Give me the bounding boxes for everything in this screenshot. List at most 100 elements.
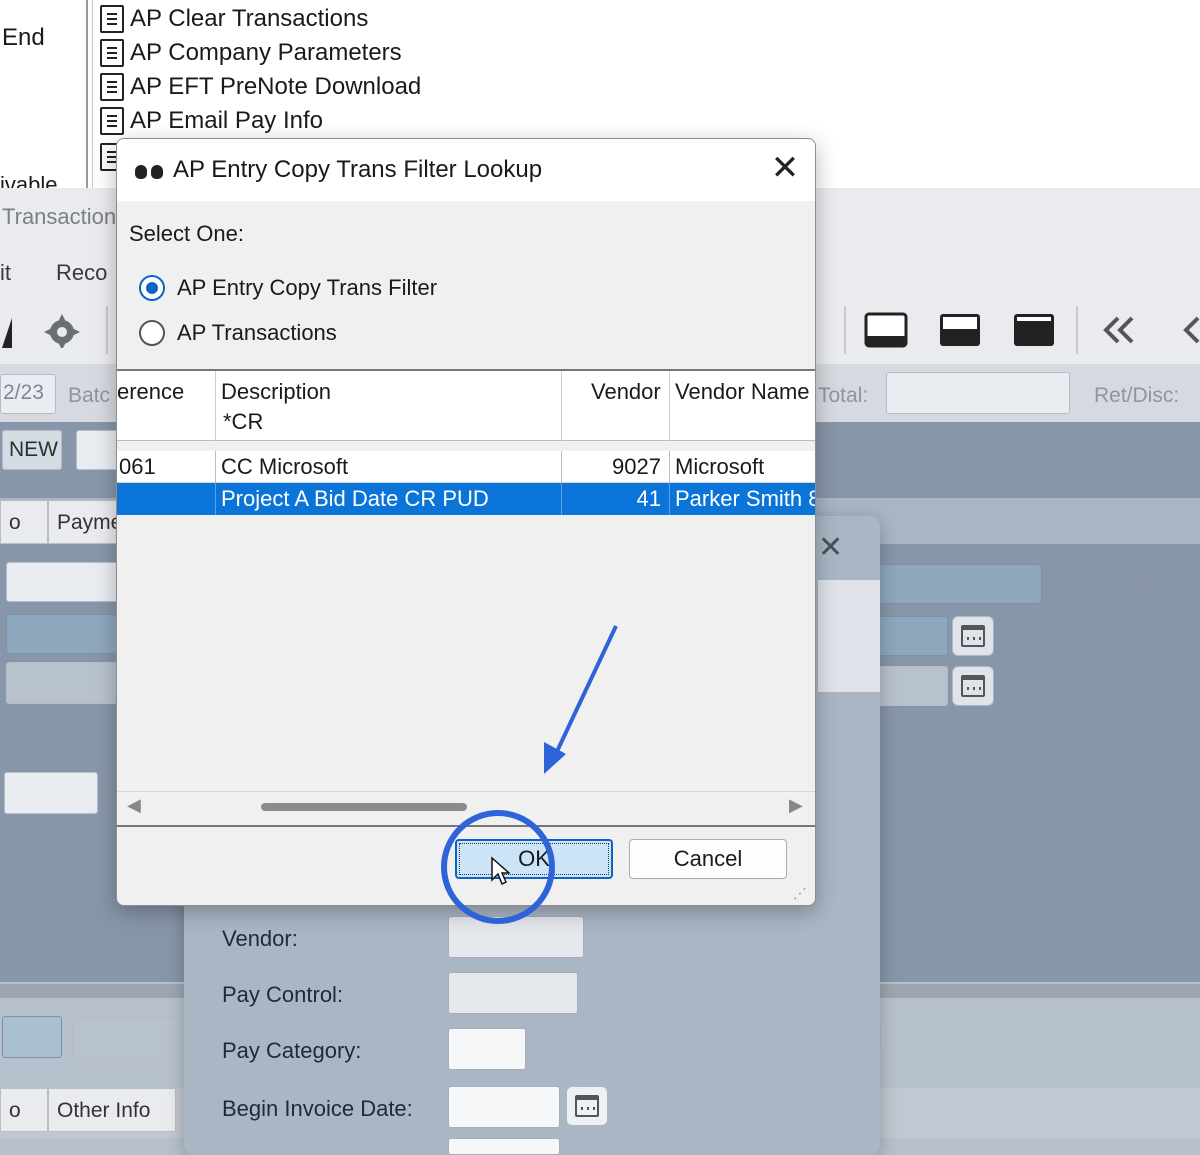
toolbar-divider [844, 306, 846, 354]
left-field-1[interactable] [6, 562, 118, 602]
cell-vendor-name: Parker Smith 8 [675, 486, 815, 511]
column-divider[interactable] [669, 371, 670, 441]
total-label: Total: [818, 384, 869, 407]
due-date-calendar-button[interactable] [952, 616, 994, 656]
radio-unchecked[interactable] [139, 320, 165, 346]
header-field[interactable] [76, 430, 120, 470]
tab-info[interactable]: o [0, 500, 48, 544]
option-label: AP Entry Copy Trans Filter [177, 275, 438, 300]
vendor-field[interactable] [448, 916, 584, 958]
binoculars-icon [135, 159, 163, 181]
column-header-reference[interactable]: erence [117, 379, 184, 405]
option-ap-entry-copy-trans-filter[interactable]: AP Entry Copy Trans Filter [139, 275, 437, 301]
month-field[interactable]: 2/23 [0, 374, 56, 414]
tree-item-label: AP Email Pay Info [130, 107, 323, 134]
left-field-2[interactable] [6, 614, 118, 654]
cancel-button[interactable]: Cancel [629, 839, 787, 879]
tree-item-label: AP EFT PreNote Download [130, 73, 422, 100]
filter-dialog-panel [818, 580, 880, 692]
description-filter-value: *CR [223, 409, 264, 434]
column-header-vendor-name[interactable]: Vendor Name [675, 379, 810, 405]
scroll-left-icon[interactable]: ◀ [127, 795, 141, 816]
option-ap-transactions[interactable]: AP Transactions [139, 320, 337, 346]
lookup-dialog: AP Entry Copy Trans Filter Lookup ✕ Sele… [116, 138, 816, 906]
invoice-total-field[interactable] [878, 666, 948, 706]
begin-invoice-date-field[interactable] [448, 1086, 560, 1128]
menu-records[interactable]: Reco [56, 260, 107, 286]
invoice-total-label: Invoice Total: [1050, 678, 1173, 701]
annotation-arrow-icon [544, 625, 618, 774]
table-row-selected[interactable]: Project A Bid Date CR PUD 41 Parker Smit… [117, 483, 815, 515]
layout-top-icon[interactable] [1012, 312, 1056, 348]
tree-item-ap-eft-prenote-download[interactable]: AP EFT PreNote Download [100, 70, 421, 104]
calendar-icon [961, 675, 985, 697]
cell-description: Project A Bid Date CR PUD [221, 486, 489, 511]
scrollbar-thumb[interactable] [261, 803, 467, 811]
cell-description: CC Microsoft [221, 454, 349, 479]
cell-vendor: 41 [636, 486, 661, 511]
column-divider[interactable] [561, 371, 562, 441]
previous-record-icon[interactable] [1182, 312, 1200, 348]
first-record-icon[interactable] [1102, 312, 1136, 348]
tree-item-ap-email-pay-info[interactable]: AP Email Pay Info [100, 104, 323, 138]
begin-invoice-date-label: Begin Invoice Date: [222, 1096, 413, 1121]
description-field[interactable] [878, 564, 1042, 604]
column-header-vendor[interactable]: Vendor [591, 379, 661, 405]
description-label: Description: [1068, 574, 1179, 597]
batch-label: Batc [68, 384, 111, 407]
resize-grip-icon[interactable]: ⋰ [793, 885, 807, 902]
lower-field-2[interactable] [72, 1016, 192, 1058]
pay-category-field[interactable] [448, 1028, 526, 1070]
begin-invoice-date-calendar-button[interactable] [566, 1086, 608, 1126]
table-row[interactable]: 061 CC Microsoft 9027 Microsoft [117, 451, 815, 483]
new-button[interactable]: NEW [2, 430, 62, 470]
select-one-label: Select One: [129, 221, 244, 246]
tree-item-ap-company-parameters[interactable]: AP Company Parameters [100, 36, 402, 70]
pay-category-label: Pay Category: [222, 1038, 362, 1063]
tree-divider [92, 0, 93, 190]
ret-disc-label: Ret/Disc: [1094, 384, 1180, 407]
invoice-calendar-button[interactable] [952, 666, 994, 706]
radio-checked[interactable] [139, 275, 165, 301]
end-invoice-date-field[interactable] [448, 1138, 560, 1155]
dialog-close-icon[interactable]: ✕ [767, 151, 803, 187]
form-icon [100, 39, 124, 67]
toolbar-divider [1076, 306, 1078, 354]
filter-dialog-close-icon[interactable]: ✕ [818, 530, 843, 565]
menu-edit[interactable]: it [0, 260, 11, 286]
pen-icon[interactable] [0, 312, 14, 348]
layout-bottom-icon[interactable] [864, 312, 908, 348]
lower-field-3[interactable] [880, 1016, 892, 1056]
column-header-description[interactable]: Description [221, 379, 331, 405]
mouse-cursor-icon [491, 856, 510, 886]
due-date-label: Due Date: [1084, 628, 1179, 651]
grid-header-gap [117, 441, 815, 451]
option-label: AP Transactions [177, 320, 337, 345]
left-field-4[interactable] [4, 772, 98, 814]
cell-vendor: 9027 [612, 454, 661, 479]
lower-tab-other-info[interactable]: Other Info [48, 1088, 176, 1132]
left-field-3[interactable] [6, 662, 118, 704]
layout-split-icon[interactable] [938, 312, 982, 348]
dialog-titlebar: AP Entry Copy Trans Filter Lookup [117, 139, 815, 201]
calendar-icon [961, 625, 985, 647]
tree-item-ap-clear-transactions[interactable]: AP Clear Transactions [100, 2, 368, 36]
pay-control-field[interactable] [448, 972, 578, 1014]
tab-payment[interactable]: Payme [48, 500, 122, 544]
gear-icon[interactable] [42, 312, 86, 348]
vendor-label: Vendor: [222, 926, 298, 951]
total-field[interactable] [886, 372, 1070, 414]
window-title: Transaction [2, 204, 117, 229]
lower-tab-info[interactable]: o [0, 1088, 48, 1132]
tree-label-end: End [2, 24, 45, 51]
column-divider[interactable] [215, 371, 216, 441]
scroll-right-icon[interactable]: ▶ [789, 795, 803, 816]
form-icon [100, 107, 124, 135]
due-date-field[interactable] [878, 616, 948, 656]
tree-item-label: AP Company Parameters [130, 39, 402, 66]
form-icon [100, 5, 124, 33]
calendar-icon [575, 1095, 599, 1117]
tree-item-label: AP Clear Transactions [130, 5, 369, 32]
toolbar-divider [106, 306, 108, 354]
lower-field-1[interactable] [2, 1016, 62, 1058]
